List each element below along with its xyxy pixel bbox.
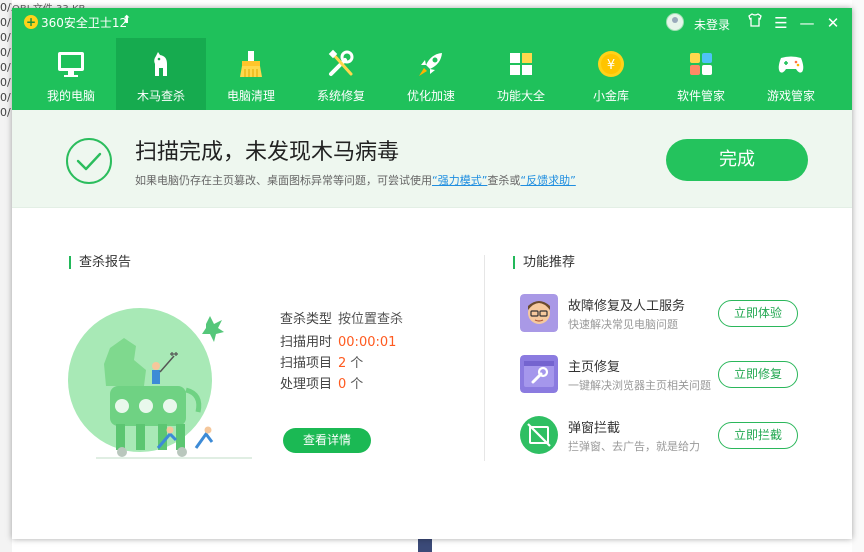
- minimize-icon[interactable]: —: [796, 12, 818, 34]
- main-nav: 我的电脑 木马查杀 电脑清理 系统修复 优化加速 功能大全 ¥ 小金库 软件管家…: [12, 38, 852, 110]
- recommend-heading: 功能推荐: [513, 256, 575, 269]
- recommend-item-repair-service: 故障修复及人工服务 快速解决常见电脑问题 立即体验: [520, 292, 810, 336]
- report-heading: 查杀报告: [69, 256, 131, 269]
- close-icon[interactable]: ✕: [822, 12, 844, 34]
- tab-my-computer[interactable]: 我的电脑: [26, 38, 116, 110]
- recommend-desc: 拦弹窗、去广告，就是给力: [568, 440, 700, 453]
- repair-now-button[interactable]: 立即修复: [718, 361, 798, 388]
- browser-wrench-icon: [520, 355, 558, 393]
- report-row-handled: 处理项目 0 个: [280, 373, 363, 392]
- tab-label: 软件管家: [676, 89, 725, 103]
- strong-mode-link[interactable]: “强力模式”: [432, 174, 487, 187]
- rocket-icon: [419, 53, 442, 76]
- tab-label: 功能大全: [496, 89, 545, 103]
- tab-label: 系统修复: [316, 89, 365, 103]
- view-details-button[interactable]: 查看详情: [283, 428, 371, 453]
- report-key: 扫描用时: [280, 335, 333, 350]
- report-value: 00:00:01: [338, 335, 397, 350]
- block-now-button[interactable]: 立即拦截: [718, 422, 798, 449]
- desktop-line: 0/: [0, 61, 11, 74]
- monitor-icon: [58, 52, 84, 77]
- recommend-item-homepage-repair: 主页修复 一键解决浏览器主页相关问题 立即修复: [520, 353, 810, 397]
- support-agent-icon: [520, 294, 558, 332]
- tab-game-manager[interactable]: 游戏管家: [746, 38, 836, 110]
- svg-text:¥: ¥: [607, 58, 615, 73]
- desktop-file-list: 0/29 22:03 0/ 0/ 0/ 0/ 0/ 0/ 0/: [0, 0, 12, 552]
- tab-cleanup[interactable]: 电脑清理: [206, 38, 296, 110]
- tab-label: 木马查杀: [136, 89, 185, 103]
- menu-icon[interactable]: ☰: [770, 12, 792, 34]
- recommend-desc: 一键解决浏览器主页相关问题: [568, 379, 711, 392]
- recommend-item-popup-block: 弹窗拦截 拦弹窗、去广告，就是给力 立即拦截: [520, 414, 810, 458]
- login-link[interactable]: 未登录: [694, 16, 730, 33]
- scan-status-banner: 扫描完成，未发现木马病毒 如果电脑仍存在主页篡改、桌面图标异常等问题，可尝试使用…: [12, 110, 852, 208]
- grid-icon: [510, 53, 532, 75]
- report-key: 扫描项目: [280, 356, 333, 371]
- app-title: 360安全卫士12: [41, 16, 128, 30]
- report-row-time: 扫描用时 00:00:01: [280, 331, 396, 350]
- section-divider: [484, 255, 485, 461]
- skin-shirt-icon[interactable]: [744, 12, 766, 34]
- report-unit: 个: [350, 356, 364, 371]
- tab-system-repair[interactable]: 系统修复: [296, 38, 386, 110]
- broom-icon: [240, 51, 262, 77]
- coin-icon: ¥: [598, 51, 624, 77]
- hint-text-mid: 查杀或: [487, 174, 521, 187]
- trojan-horse-illustration: [68, 308, 252, 459]
- desktop-line: 0/: [0, 106, 11, 119]
- app-window: + 360安全卫士12 ⬆ 未登录 ☰ — ✕ 我的电脑 木马查杀 电脑清理 系…: [12, 8, 852, 539]
- tab-label: 小金库: [592, 89, 629, 103]
- desktop-top-text: OBJ 文件 33 KB: [12, 0, 272, 8]
- title-bar[interactable]: + 360安全卫士12 ⬆ 未登录 ☰ — ✕: [12, 8, 852, 38]
- tab-features[interactable]: 功能大全: [476, 38, 566, 110]
- recommend-title: 主页修复: [568, 360, 621, 375]
- try-now-button[interactable]: 立即体验: [718, 300, 798, 327]
- report-row-scanned: 扫描项目 2 个: [280, 352, 363, 371]
- tab-label: 电脑清理: [226, 89, 275, 103]
- desktop-line: 0/: [0, 76, 11, 89]
- gamepad-icon: [778, 56, 804, 73]
- scan-result-title: 扫描完成，未发现木马病毒: [135, 140, 400, 165]
- check-circle-icon: [66, 138, 112, 184]
- recommend-title: 弹窗拦截: [568, 421, 621, 436]
- report-unit: 个: [350, 377, 364, 392]
- report-row-type: 查杀类型 按位置查杀: [280, 308, 403, 327]
- tools-icon: [328, 49, 354, 76]
- report-key: 查杀类型: [280, 312, 333, 327]
- popup-block-icon: [520, 416, 558, 454]
- tab-speedup[interactable]: 优化加速: [386, 38, 476, 110]
- scan-result-hint: 如果电脑仍存在主页篡改、桌面图标异常等问题，可尝试使用“强力模式”查杀或“反馈求…: [135, 172, 576, 188]
- header: + 360安全卫士12 ⬆ 未登录 ☰ — ✕ 我的电脑 木马查杀 电脑清理 系…: [12, 8, 852, 110]
- recommend-title: 故障修复及人工服务: [568, 299, 686, 314]
- tab-trojan-scan[interactable]: 木马查杀: [116, 38, 206, 110]
- desktop-line: 0/: [0, 91, 11, 104]
- tab-vault[interactable]: ¥ 小金库: [566, 38, 656, 110]
- report-value: 2: [338, 356, 347, 371]
- user-avatar-icon[interactable]: [666, 13, 684, 31]
- upgrade-arrow-icon[interactable]: ⬆: [122, 13, 131, 26]
- report-key: 处理项目: [280, 377, 333, 392]
- done-button[interactable]: 完成: [666, 139, 808, 181]
- desktop-line: 0/: [0, 46, 11, 59]
- tab-label: 我的电脑: [46, 89, 95, 103]
- desktop-right-edge: [852, 0, 864, 552]
- report-value: 按位置查杀: [338, 312, 404, 327]
- horse-icon: [154, 52, 167, 76]
- tab-software-manager[interactable]: 软件管家: [656, 38, 746, 110]
- report-value: 0: [338, 377, 347, 392]
- software-blocks-icon: [690, 53, 712, 75]
- desktop-line: 0/29 22:03: [0, 1, 12, 14]
- tab-label: 游戏管家: [766, 89, 815, 103]
- desktop-line: 0/: [0, 16, 11, 29]
- app-logo-icon: +: [24, 15, 38, 29]
- taskbar-fragment: [418, 538, 432, 552]
- tab-label: 优化加速: [406, 89, 455, 103]
- feedback-link[interactable]: “反馈求助”: [520, 174, 575, 187]
- desktop-line: 0/: [0, 31, 11, 44]
- recommend-desc: 快速解决常见电脑问题: [568, 318, 678, 331]
- hint-text: 如果电脑仍存在主页篡改、桌面图标异常等问题，可尝试使用: [135, 174, 432, 187]
